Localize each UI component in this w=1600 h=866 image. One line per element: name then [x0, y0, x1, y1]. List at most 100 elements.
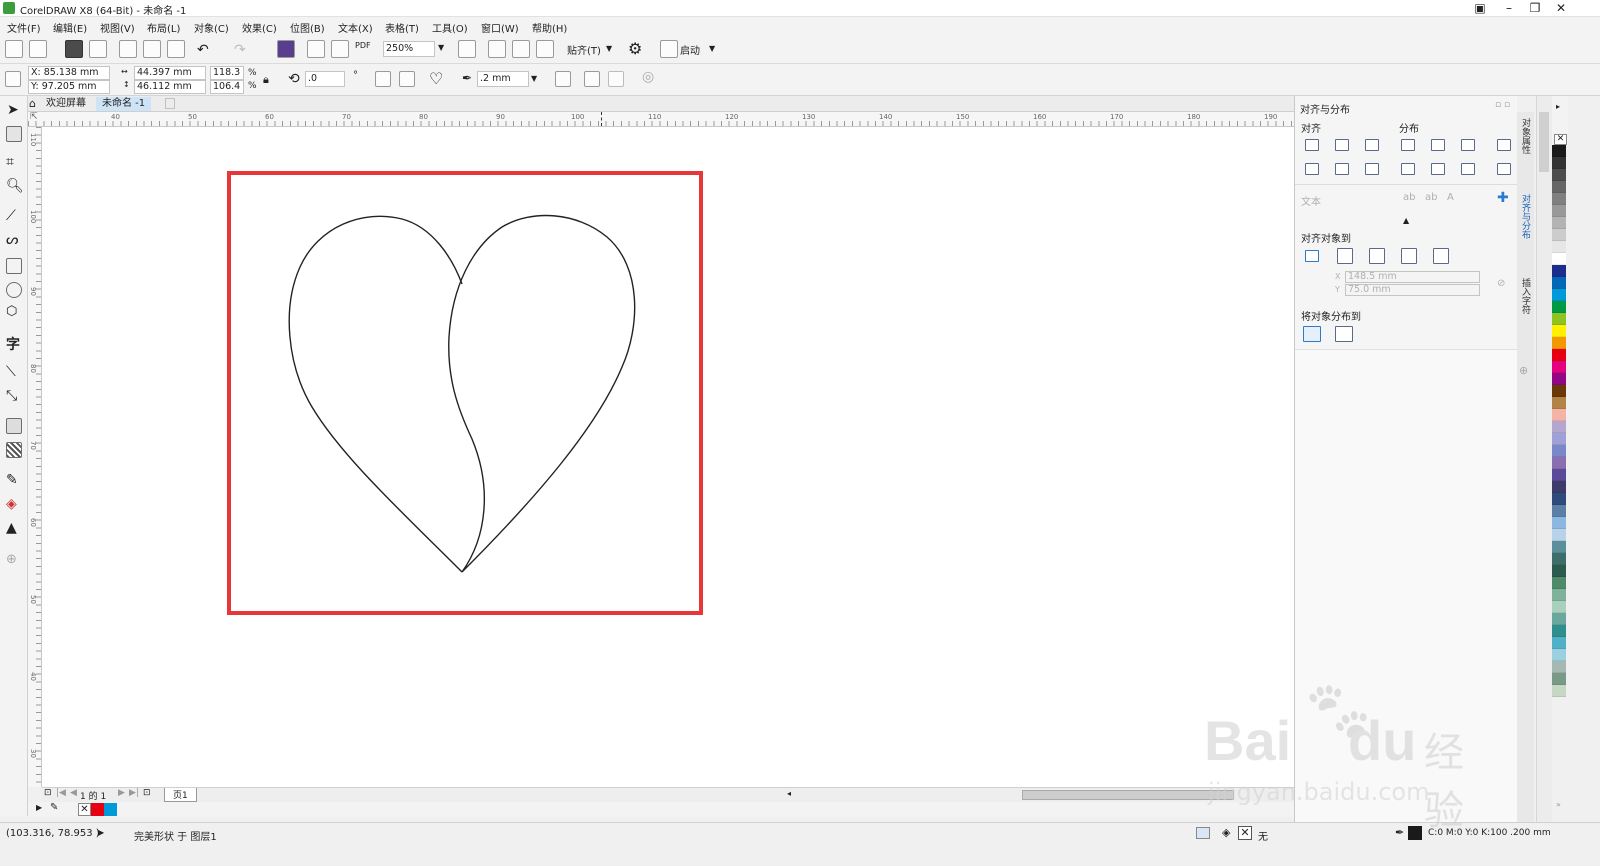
active-objects-icon[interactable] — [1305, 250, 1319, 262]
menu-tools[interactable]: 工具(O) — [432, 20, 468, 35]
menu-effects[interactable]: 效果(C) — [242, 20, 277, 35]
scale-height-field[interactable]: 106.4 — [210, 80, 244, 94]
palette-swatch[interactable] — [1552, 445, 1566, 457]
grid-icon[interactable] — [1401, 248, 1417, 264]
zoom-dropdown-arrow-icon[interactable]: ▼ — [438, 43, 444, 52]
add-align-icon[interactable]: ✚ — [1497, 190, 1509, 206]
menu-edit[interactable]: 编辑(E) — [53, 20, 87, 35]
page-center-icon[interactable] — [1369, 248, 1385, 264]
mirror-horizontal-icon[interactable] — [375, 71, 391, 87]
parallel-dimension-tool-icon[interactable]: ⟍ — [6, 364, 16, 380]
publish-pdf-icon[interactable]: PDF — [355, 41, 371, 50]
palette-swatch[interactable] — [1552, 601, 1566, 613]
palette-swatch[interactable] — [1552, 553, 1566, 565]
palette-swatch[interactable] — [1552, 637, 1566, 649]
first-page-icon[interactable]: ⊡ — [44, 788, 52, 798]
page-tab-1[interactable]: 页1 — [164, 788, 197, 802]
y-position-field[interactable]: Y: 97.205 mm — [28, 80, 110, 94]
options-gear-icon[interactable]: ⚙ — [628, 39, 642, 58]
no-fill-swatch[interactable]: ✕ — [1554, 134, 1567, 145]
palette-swatch[interactable] — [1552, 289, 1566, 301]
palette-swatch[interactable] — [1552, 505, 1566, 517]
palette-scroll-down-icon[interactable]: » — [1556, 800, 1561, 809]
launch-dropdown[interactable]: 启动 — [680, 42, 700, 57]
show-grid-icon[interactable] — [512, 40, 530, 58]
zoom-level-field[interactable]: 250% — [383, 41, 435, 57]
outline-width-field[interactable]: .2 mm — [477, 71, 529, 87]
snap-dropdown-arrow-icon[interactable]: ▼ — [606, 44, 612, 53]
drawing-canvas[interactable] — [42, 127, 1294, 787]
palette-swatch[interactable] — [1552, 409, 1566, 421]
pick-tool-icon[interactable]: ➤ — [7, 102, 19, 118]
cut-icon[interactable] — [119, 40, 137, 58]
color-proofing-icon[interactable] — [1196, 827, 1210, 839]
palette-swatch[interactable] — [1552, 265, 1566, 277]
rectangle-tool-icon[interactable] — [6, 258, 22, 274]
docker-pin-icon[interactable]: ▫ ▫ — [1495, 100, 1510, 110]
palette-swatch[interactable] — [1552, 193, 1566, 205]
add-page-icon[interactable]: ⊡ — [143, 788, 151, 798]
outline-dropdown-arrow-icon[interactable]: ▼ — [531, 74, 537, 83]
minimize-button[interactable]: – — [1496, 0, 1522, 17]
heart-left-half[interactable] — [288, 215, 463, 573]
show-rulers-icon[interactable] — [488, 40, 506, 58]
palette-swatch[interactable] — [1552, 565, 1566, 577]
tab-welcome-screen[interactable]: 欢迎屏幕 — [40, 97, 92, 111]
scroll-left-icon[interactable]: ◂ — [787, 789, 795, 801]
text-tool-icon[interactable]: 字 — [6, 334, 20, 354]
add-tools-icon[interactable]: ⊕ — [6, 552, 17, 567]
tab-insert-character[interactable]: 插入字符 — [1519, 278, 1532, 314]
x-position-field[interactable]: X: 85.138 mm — [28, 66, 110, 80]
blue-swatch[interactable] — [104, 803, 117, 816]
page-edge-icon[interactable] — [1337, 248, 1353, 264]
fill-none-swatch[interactable]: ✕ — [1238, 826, 1252, 840]
new-document-icon[interactable] — [5, 40, 23, 58]
palette-swatch[interactable] — [1552, 517, 1566, 529]
launch-dropdown-arrow-icon[interactable]: ▼ — [709, 44, 715, 53]
distribute-page-icon[interactable] — [1335, 326, 1353, 342]
eyedropper-tool-icon[interactable]: ✎ — [6, 472, 18, 488]
palette-swatch[interactable] — [1552, 373, 1566, 385]
snap-to-dropdown[interactable]: 贴齐(T) — [567, 42, 601, 57]
artistic-media-tool-icon[interactable]: ᔕ — [6, 232, 18, 248]
outline-color-swatch[interactable] — [1408, 826, 1422, 840]
open-folder-icon[interactable] — [29, 40, 47, 58]
menu-object[interactable]: 对象(C) — [194, 20, 229, 35]
palette-swatch[interactable] — [1552, 613, 1566, 625]
prev-page-first-icon[interactable]: |◀ — [56, 788, 66, 798]
palette-swatch[interactable] — [1552, 649, 1566, 661]
palette-swatch[interactable] — [1552, 397, 1566, 409]
distribute-spacing-v-icon[interactable] — [1461, 163, 1475, 175]
home-icon[interactable]: ⌂ — [29, 97, 36, 110]
palette-swatch[interactable] — [1552, 217, 1566, 229]
align-left-icon[interactable] — [1305, 139, 1319, 151]
distribute-left-icon[interactable] — [1401, 139, 1415, 151]
transparency-tool-icon[interactable] — [6, 442, 22, 458]
palette-swatch[interactable] — [1552, 589, 1566, 601]
import-icon[interactable] — [307, 40, 325, 58]
connector-tool-icon[interactable]: ⤡ — [6, 388, 17, 404]
polygon-tool-icon[interactable]: ⬡ — [6, 304, 17, 319]
distribute-center-v-icon[interactable] — [1431, 163, 1445, 175]
align-bottom-icon[interactable] — [1365, 163, 1379, 175]
menu-file[interactable]: 文件(F) — [7, 20, 41, 35]
shape-heart-icon[interactable]: ♡ — [429, 69, 443, 88]
palette-swatch[interactable] — [1552, 205, 1566, 217]
menu-view[interactable]: 视图(V) — [100, 20, 135, 35]
palette-swatch[interactable] — [1552, 169, 1566, 181]
heart-right-half[interactable] — [448, 214, 636, 573]
palette-swatch[interactable] — [1552, 481, 1566, 493]
palette-swatch[interactable] — [1552, 577, 1566, 589]
zoom-tool-icon[interactable]: 🔍︎ — [6, 178, 24, 194]
palette-swatch[interactable] — [1552, 529, 1566, 541]
palette-swatch[interactable] — [1552, 325, 1566, 337]
tab-object-properties[interactable]: 对象属性 — [1519, 118, 1532, 154]
lock-ratio-icon[interactable]: 🔒︎ — [263, 73, 269, 87]
freehand-tool-icon[interactable]: ⟋ — [6, 208, 16, 224]
width-field[interactable]: 44.397 mm — [134, 66, 206, 80]
palette-swatch[interactable] — [1552, 433, 1566, 445]
tab-document[interactable]: 未命名 -1 — [96, 97, 152, 111]
to-front-icon[interactable] — [584, 71, 600, 87]
object-origin-icon[interactable] — [5, 71, 21, 87]
palette-swatch[interactable] — [1552, 313, 1566, 325]
